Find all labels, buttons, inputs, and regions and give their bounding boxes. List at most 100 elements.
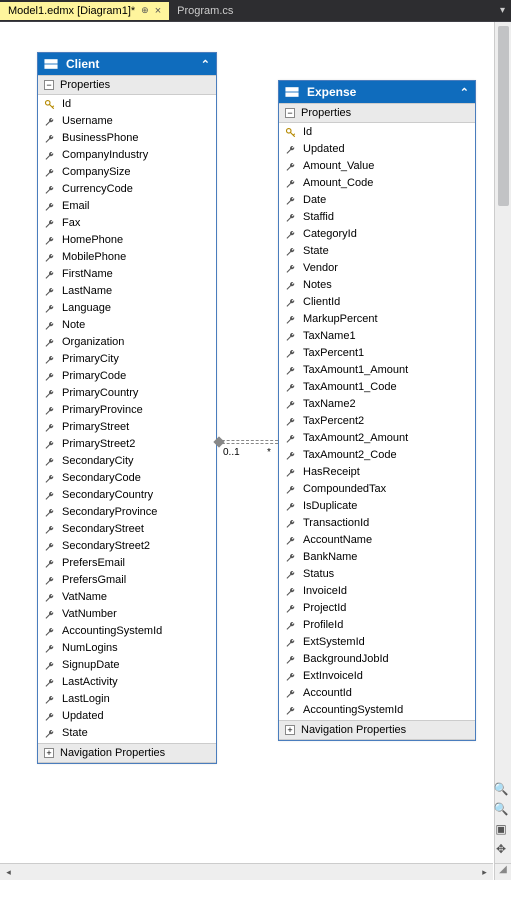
zoom-out-icon[interactable]: 🔍 xyxy=(493,802,509,818)
property-row[interactable]: HomePhone xyxy=(38,232,216,249)
property-row[interactable]: CurrencyCode xyxy=(38,181,216,198)
section-expand-icon[interactable]: + xyxy=(285,725,295,735)
property-row[interactable]: Updated xyxy=(279,141,475,158)
property-row[interactable]: Amount_Code xyxy=(279,175,475,192)
property-row[interactable]: PrefersGmail xyxy=(38,572,216,589)
entity-client[interactable]: Client ⌃ − Properties IdUsernameBusiness… xyxy=(37,52,217,764)
chevron-up-icon[interactable]: ⌃ xyxy=(201,58,210,71)
property-row[interactable]: MobilePhone xyxy=(38,249,216,266)
property-row[interactable]: TaxAmount2_Code xyxy=(279,447,475,464)
property-row[interactable]: Organization xyxy=(38,334,216,351)
zoom-in-icon[interactable]: 🔍 xyxy=(493,782,509,798)
property-row[interactable]: BankName xyxy=(279,549,475,566)
entity-expense[interactable]: Expense ⌃ − Properties IdUpdatedAmount_V… xyxy=(278,80,476,741)
property-row[interactable]: SecondaryCode xyxy=(38,470,216,487)
property-row[interactable]: CompanySize xyxy=(38,164,216,181)
nav-properties-section-header[interactable]: + Navigation Properties xyxy=(38,743,216,763)
property-row[interactable]: SecondaryProvince xyxy=(38,504,216,521)
section-collapse-icon[interactable]: − xyxy=(285,108,295,118)
property-row[interactable]: SignupDate xyxy=(38,657,216,674)
property-row[interactable]: TaxAmount2_Amount xyxy=(279,430,475,447)
pin-icon[interactable]: ⊕ xyxy=(141,5,149,16)
property-row[interactable]: ClientId xyxy=(279,294,475,311)
property-row[interactable]: ProfileId xyxy=(279,617,475,634)
close-icon[interactable]: × xyxy=(155,5,161,17)
vertical-scrollbar[interactable] xyxy=(494,22,511,863)
property-row[interactable]: Fax xyxy=(38,215,216,232)
scroll-right-icon[interactable]: ▸ xyxy=(476,867,493,878)
section-collapse-icon[interactable]: − xyxy=(44,80,54,90)
property-row[interactable]: Language xyxy=(38,300,216,317)
property-row[interactable]: AccountingSystemId xyxy=(38,623,216,640)
entity-header[interactable]: Expense ⌃ xyxy=(279,81,475,103)
section-expand-icon[interactable]: + xyxy=(44,748,54,758)
tab-program-cs[interactable]: Program.cs xyxy=(169,2,241,20)
property-row[interactable]: SecondaryStreet2 xyxy=(38,538,216,555)
property-row[interactable]: TaxAmount1_Code xyxy=(279,379,475,396)
property-row[interactable]: AccountingSystemId xyxy=(279,702,475,719)
property-row[interactable]: IsDuplicate xyxy=(279,498,475,515)
tab-overflow-dropdown[interactable]: ▾ xyxy=(494,5,511,16)
scroll-left-icon[interactable]: ◂ xyxy=(0,867,17,878)
property-row[interactable]: AccountId xyxy=(279,685,475,702)
property-row[interactable]: State xyxy=(279,243,475,260)
property-row[interactable]: CompoundedTax xyxy=(279,481,475,498)
property-row[interactable]: PrimaryProvince xyxy=(38,402,216,419)
property-row[interactable]: ExtSystemId xyxy=(279,634,475,651)
property-row[interactable]: LastName xyxy=(38,283,216,300)
association-line[interactable] xyxy=(217,440,278,441)
property-row[interactable]: Note xyxy=(38,317,216,334)
property-row[interactable]: VatNumber xyxy=(38,606,216,623)
property-row[interactable]: NumLogins xyxy=(38,640,216,657)
property-row[interactable]: FirstName xyxy=(38,266,216,283)
property-row[interactable]: TaxName2 xyxy=(279,396,475,413)
chevron-up-icon[interactable]: ⌃ xyxy=(460,86,469,99)
property-row[interactable]: ProjectId xyxy=(279,600,475,617)
property-row[interactable]: SecondaryCity xyxy=(38,453,216,470)
property-row[interactable]: Notes xyxy=(279,277,475,294)
property-row[interactable]: LastActivity xyxy=(38,674,216,691)
property-row[interactable]: TaxAmount1_Amount xyxy=(279,362,475,379)
property-row[interactable]: PrimaryStreet2 xyxy=(38,436,216,453)
property-row[interactable]: MarkupPercent xyxy=(279,311,475,328)
property-row-key[interactable]: Id xyxy=(279,124,475,141)
properties-section-header[interactable]: − Properties xyxy=(279,103,475,123)
property-row[interactable]: State xyxy=(38,725,216,742)
property-row[interactable]: PrimaryStreet xyxy=(38,419,216,436)
diagram-canvas[interactable]: Client ⌃ − Properties IdUsernameBusiness… xyxy=(0,22,511,880)
property-row[interactable]: Email xyxy=(38,198,216,215)
scroll-thumb[interactable] xyxy=(498,26,509,206)
pan-icon[interactable]: ✥ xyxy=(493,842,509,858)
property-row[interactable]: Status xyxy=(279,566,475,583)
property-row[interactable]: CategoryId xyxy=(279,226,475,243)
property-row[interactable]: TransactionId xyxy=(279,515,475,532)
property-row[interactable]: SecondaryCountry xyxy=(38,487,216,504)
property-row[interactable]: TaxPercent1 xyxy=(279,345,475,362)
property-row[interactable]: Username xyxy=(38,113,216,130)
property-row[interactable]: Date xyxy=(279,192,475,209)
property-row[interactable]: Staffid xyxy=(279,209,475,226)
property-row[interactable]: BackgroundJobId xyxy=(279,651,475,668)
property-row[interactable]: TaxName1 xyxy=(279,328,475,345)
property-row[interactable]: AccountName xyxy=(279,532,475,549)
horizontal-scrollbar[interactable]: ◂ ▸ xyxy=(0,863,493,880)
properties-section-header[interactable]: − Properties xyxy=(38,75,216,95)
property-row[interactable]: InvoiceId xyxy=(279,583,475,600)
property-row[interactable]: CompanyIndustry xyxy=(38,147,216,164)
property-row[interactable]: VatName xyxy=(38,589,216,606)
property-row[interactable]: Updated xyxy=(38,708,216,725)
nav-properties-section-header[interactable]: + Navigation Properties xyxy=(279,720,475,740)
property-row-key[interactable]: Id xyxy=(38,96,216,113)
property-row[interactable]: LastLogin xyxy=(38,691,216,708)
property-row[interactable]: PrimaryCountry xyxy=(38,385,216,402)
tab-model-diagram[interactable]: Model1.edmx [Diagram1]* ⊕ × xyxy=(0,2,169,20)
property-row[interactable]: Vendor xyxy=(279,260,475,277)
property-row[interactable]: PrefersEmail xyxy=(38,555,216,572)
property-row[interactable]: ExtInvoiceId xyxy=(279,668,475,685)
property-row[interactable]: PrimaryCode xyxy=(38,368,216,385)
property-row[interactable]: HasReceipt xyxy=(279,464,475,481)
property-row[interactable]: BusinessPhone xyxy=(38,130,216,147)
property-row[interactable]: PrimaryCity xyxy=(38,351,216,368)
entity-header[interactable]: Client ⌃ xyxy=(38,53,216,75)
property-row[interactable]: TaxPercent2 xyxy=(279,413,475,430)
